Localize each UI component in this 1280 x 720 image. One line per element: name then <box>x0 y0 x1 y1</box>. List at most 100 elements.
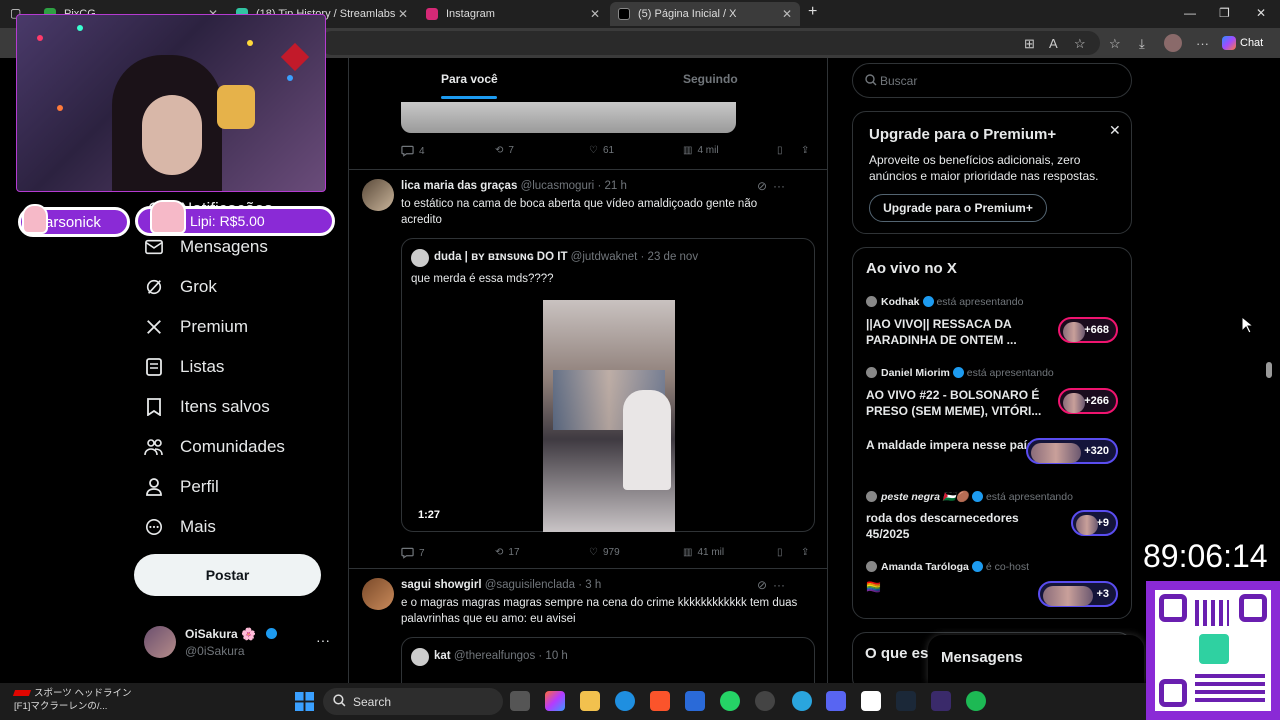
whatsapp-icon[interactable] <box>720 691 740 711</box>
obs-icon[interactable] <box>755 691 775 711</box>
video-player[interactable] <box>543 300 675 532</box>
views-button[interactable]: ▥ 41 mil <box>683 547 724 558</box>
account-switcher[interactable]: OiSakura 🌸 @0iSakura ··· <box>144 626 334 660</box>
scrollbar[interactable] <box>1266 362 1272 378</box>
nav-premium[interactable]: Premium <box>144 312 248 342</box>
premium-upsell-card: Upgrade para o Premium+ ✕ Aproveite os b… <box>852 111 1132 234</box>
app-icon[interactable] <box>931 691 951 711</box>
webcam-overlay <box>16 14 326 192</box>
quote-header: duda | ʙʏ ʙɪɴsᴜɴɢ DO IT @jutdwaknet · 23… <box>434 251 698 263</box>
avatar[interactable] <box>362 578 394 610</box>
profile-avatar-icon[interactable] <box>1164 34 1182 52</box>
search-field[interactable]: Buscar <box>852 63 1132 98</box>
close-icon[interactable]: ✕ <box>1109 122 1121 139</box>
nav-grok[interactable]: Grok <box>144 272 217 302</box>
upgrade-premium-button[interactable]: Upgrade para o Premium+ <box>869 194 1047 222</box>
close-icon[interactable]: ✕ <box>590 7 600 21</box>
bookmark-icon[interactable]: ▯ <box>777 547 783 558</box>
more-options-icon[interactable]: ··· <box>316 632 330 648</box>
capcut-icon[interactable] <box>861 691 881 711</box>
favorites-icon[interactable]: ☆ <box>1109 36 1121 52</box>
repost-count: 7 <box>508 145 514 156</box>
repost-button[interactable]: ⟲ 7 <box>495 145 514 156</box>
more-options-icon[interactable]: ··· <box>773 179 785 193</box>
author-name[interactable]: sagui showgirl <box>401 579 482 591</box>
author-name[interactable]: lica maria das graças <box>401 180 517 192</box>
read-aloud-icon[interactable]: A <box>1049 36 1058 51</box>
post-time[interactable]: · 3 h <box>578 579 601 591</box>
nav-bookmarks[interactable]: Itens salvos <box>144 392 270 422</box>
address-bar[interactable] <box>320 31 1100 55</box>
grok-icon[interactable]: ⊘ <box>757 578 767 592</box>
post[interactable]: sagui showgirl @saguisilenclada · 3 h ⊘ … <box>349 568 827 683</box>
quoted-post[interactable]: kat @therealfungos · 10 h <box>401 637 815 683</box>
copilot-chat-button[interactable]: Chat <box>1222 32 1263 54</box>
spotify-icon[interactable] <box>966 691 986 711</box>
quote-author-name: kat <box>434 650 451 662</box>
grok-icon <box>144 277 164 297</box>
quoted-post[interactable]: duda | ʙʏ ʙɪɴsᴜɴɢ DO IT @jutdwaknet · 23… <box>401 238 815 532</box>
share-icon[interactable]: ⇪ <box>801 145 809 156</box>
task-view-icon[interactable] <box>510 691 530 711</box>
copilot-icon[interactable] <box>545 691 565 711</box>
steam-icon[interactable] <box>896 691 916 711</box>
previous-post-actions: 4 ⟲ 7 ♡ 61 ▥ 4 mil ▯ ⇪ <box>401 145 821 161</box>
tab-x-home[interactable]: (5) Página Inicial / X ✕ <box>610 2 800 26</box>
nav-profile[interactable]: Perfil <box>144 472 219 502</box>
post-button[interactable]: Postar <box>134 554 321 596</box>
nav-messages[interactable]: Mensagens <box>144 232 268 262</box>
microsoft-store-icon[interactable] <box>685 691 705 711</box>
more-options-icon[interactable]: ··· <box>773 578 785 592</box>
new-tab-button[interactable]: + <box>808 3 817 21</box>
nav-lists[interactable]: Listas <box>144 352 224 382</box>
telegram-icon[interactable] <box>792 691 812 711</box>
reply-button[interactable]: 4 <box>401 145 425 157</box>
previous-post-media[interactable] <box>401 102 736 133</box>
share-icon[interactable]: ⇪ <box>801 547 809 558</box>
close-window-icon[interactable]: ✕ <box>1256 6 1266 20</box>
views-button[interactable]: ▥ 4 mil <box>683 145 719 156</box>
instagram-favicon-icon <box>426 8 438 20</box>
discord-icon[interactable] <box>826 691 846 711</box>
tab-for-you[interactable]: Para você <box>441 72 498 86</box>
file-explorer-icon[interactable] <box>580 691 600 711</box>
post-time[interactable]: · 21 h <box>597 180 626 192</box>
settings-more-icon[interactable]: ··· <box>1196 36 1209 51</box>
nav-label: Comunidades <box>180 437 285 456</box>
favorite-star-icon[interactable]: ☆ <box>1074 36 1086 52</box>
taskbar-search[interactable]: Search <box>323 688 503 715</box>
x-logo-icon <box>144 317 164 337</box>
bookmark-icon[interactable]: ▯ <box>777 145 783 156</box>
video-frame-dress <box>623 390 671 490</box>
qr-logo <box>1199 634 1229 664</box>
like-button[interactable]: ♡ 979 <box>589 547 620 558</box>
minimize-icon[interactable]: — <box>1184 6 1196 20</box>
brave-browser-icon[interactable] <box>650 691 670 711</box>
edge-browser-icon[interactable] <box>615 691 635 711</box>
avatar <box>144 626 176 658</box>
close-icon[interactable]: ✕ <box>398 7 408 21</box>
light-bulb <box>247 40 253 46</box>
plush-toy <box>217 85 255 129</box>
author-handle[interactable]: @lucasmoguri <box>521 180 595 192</box>
mouse-cursor-icon <box>1241 316 1253 334</box>
restore-icon[interactable]: ❐ <box>1219 6 1230 20</box>
messages-drawer[interactable]: Mensagens <box>928 635 1144 683</box>
avatar[interactable] <box>362 179 394 211</box>
app-available-icon[interactable]: ⊞ <box>1024 36 1035 52</box>
repost-button[interactable]: ⟲ 17 <box>495 547 520 558</box>
close-icon[interactable]: ✕ <box>782 7 792 21</box>
windows-start-icon[interactable] <box>295 692 314 711</box>
downloads-icon[interactable]: ⤓ <box>1139 36 1145 52</box>
nav-more[interactable]: Mais <box>144 512 216 542</box>
grok-icon[interactable]: ⊘ <box>757 179 767 193</box>
author-handle[interactable]: @saguisilenclada <box>485 579 575 591</box>
tab-following[interactable]: Seguindo <box>683 72 738 86</box>
reply-button[interactable]: 7 <box>401 547 425 559</box>
like-button[interactable]: ♡ 61 <box>589 145 614 156</box>
avatar <box>866 367 877 378</box>
post[interactable]: lica maria das graças @lucasmoguri · 21 … <box>349 169 827 569</box>
nav-communities[interactable]: Comunidades <box>144 432 285 462</box>
tab-instagram[interactable]: Instagram ✕ <box>418 2 608 26</box>
news-widget[interactable]: スポーツ ヘッドライン [F1]マクラーレンの/... <box>12 687 131 713</box>
